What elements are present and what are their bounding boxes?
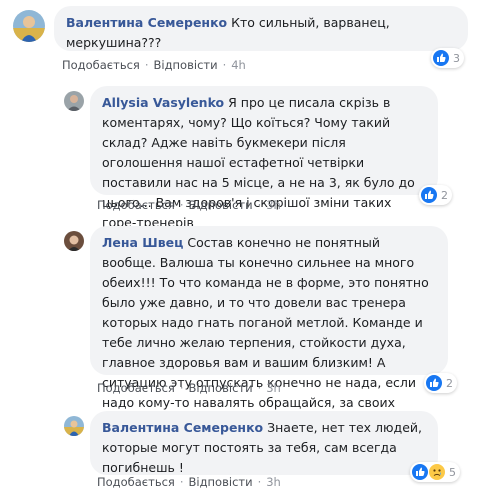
like-link[interactable]: Подобається: [97, 381, 175, 395]
avatar-image: [64, 231, 84, 251]
reaction-count: 2: [441, 188, 448, 202]
reply-link[interactable]: Відповісти: [189, 381, 253, 395]
comment-3: Лена Швец Состав конечно не понятный воо…: [0, 220, 481, 430]
avatar-image: [64, 416, 84, 436]
like-icon: [421, 187, 437, 203]
separator: ·: [179, 198, 184, 212]
avatar[interactable]: [64, 91, 84, 111]
like-icon: [433, 50, 449, 66]
separator: ·: [179, 381, 184, 395]
comment-actions: Подобається · Відповісти · 3h: [97, 198, 281, 212]
reply-link[interactable]: Відповісти: [189, 198, 253, 212]
comment-2: Allysia Vasylenko Я про це писала скрізь…: [0, 80, 481, 230]
comment-actions: Подобається · Відповісти · 4h: [62, 58, 246, 72]
reaction-summary[interactable]: 2: [424, 373, 457, 393]
comment-author[interactable]: Лена Швец: [102, 235, 183, 250]
separator: ·: [179, 475, 184, 489]
comment-text: Состав конечно не понятный вообще. Валюш…: [102, 235, 429, 430]
like-icon: [412, 464, 428, 480]
comment-bubble: Allysia Vasylenko Я про це писала скрізь…: [90, 86, 438, 230]
comment-bubble: Валентина Семеренко Кто сильный, варване…: [54, 6, 468, 51]
separator: ·: [257, 198, 262, 212]
avatar[interactable]: [64, 231, 84, 251]
comment-actions: Подобається · Відповісти · 3h: [97, 381, 281, 395]
reaction-summary[interactable]: 2: [419, 185, 452, 205]
timestamp[interactable]: 3h: [266, 198, 281, 212]
timestamp[interactable]: 3h: [266, 475, 281, 489]
comment-actions: Подобається · Відповісти · 3h: [97, 475, 281, 489]
timestamp[interactable]: 3h: [266, 381, 281, 395]
reaction-count: 2: [446, 376, 453, 390]
separator: ·: [257, 475, 262, 489]
reaction-summary[interactable]: 5: [410, 462, 460, 482]
comment-1: Валентина Семеренко Кто сильный, варване…: [0, 0, 481, 80]
like-link[interactable]: Подобається: [97, 198, 175, 212]
separator: ·: [222, 58, 227, 72]
reply-link[interactable]: Відповісти: [154, 58, 218, 72]
timestamp[interactable]: 4h: [231, 58, 246, 72]
avatar-image: [13, 10, 45, 42]
avatar-image: [64, 91, 84, 111]
reply-link[interactable]: Відповісти: [189, 475, 253, 489]
separator: ·: [144, 58, 149, 72]
sad-icon: [429, 464, 445, 480]
comment-bubble: Лена Швец Состав конечно не понятный воо…: [90, 226, 448, 430]
avatar[interactable]: [64, 416, 84, 436]
avatar[interactable]: [13, 10, 45, 42]
reaction-count: 3: [453, 51, 460, 65]
comment-author[interactable]: Allysia Vasylenko: [102, 95, 224, 110]
reaction-summary[interactable]: 3: [431, 48, 464, 68]
comment-author[interactable]: Валентина Семеренко: [66, 15, 227, 30]
like-link[interactable]: Подобається: [62, 58, 140, 72]
comment-author[interactable]: Валентина Семеренко: [102, 420, 263, 435]
like-icon: [426, 375, 442, 391]
comment-4: Валентина Семеренко Знаете, нет тех люде…: [0, 405, 481, 496]
like-link[interactable]: Подобається: [97, 475, 175, 489]
comment-bubble: Валентина Семеренко Знаете, нет тех люде…: [90, 411, 438, 475]
reaction-count: 5: [449, 465, 456, 479]
separator: ·: [257, 381, 262, 395]
